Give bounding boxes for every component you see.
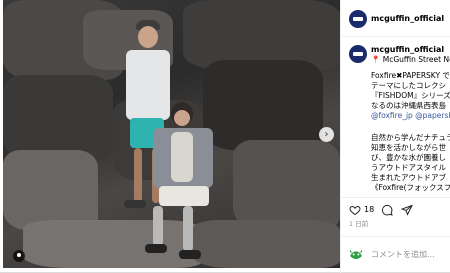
avatar[interactable] bbox=[349, 10, 367, 28]
instagram-post-frame: › mcguffin_official mcguffin_official 📍 … bbox=[0, 0, 450, 273]
post-caption: mcguffin_official 📍 McGuffin Street New … bbox=[341, 37, 450, 197]
rock bbox=[3, 75, 113, 160]
rock bbox=[3, 150, 98, 230]
location-label: McGuffin Street New bbox=[382, 55, 450, 64]
header-username[interactable]: mcguffin_official bbox=[371, 14, 444, 23]
like-count[interactable]: 18 bbox=[364, 205, 374, 214]
caption-line: 自然から学んだナチュラ bbox=[371, 133, 450, 142]
caption-line: 《Foxfire(フォックスフ bbox=[371, 183, 450, 192]
heart-icon[interactable] bbox=[349, 204, 361, 216]
post-header: mcguffin_official bbox=[341, 0, 450, 37]
person-sitting bbox=[143, 102, 223, 262]
comment-input[interactable]: コメントを追加... bbox=[371, 249, 435, 260]
rock bbox=[233, 140, 340, 230]
caption-line: Foxfire✖PAPERSKY で贈 bbox=[371, 71, 450, 80]
post-timestamp: 1 日前 bbox=[349, 220, 369, 228]
caption-username[interactable]: mcguffin_official bbox=[371, 45, 444, 54]
caption-line: 『FISHDOM』シリーズ bbox=[371, 91, 450, 100]
tagged-users-icon[interactable] bbox=[13, 250, 25, 262]
caption-line: 知恵を活かしながら世 bbox=[371, 143, 446, 152]
caption-line: うアウトドアスタイル bbox=[371, 163, 446, 172]
next-image-arrow-icon[interactable]: › bbox=[319, 127, 334, 142]
caption-line: なるのは沖縄県西表島 bbox=[371, 101, 446, 110]
caption-line: テーマにしたコレクシ bbox=[371, 81, 446, 90]
post-photo[interactable]: › bbox=[3, 0, 340, 268]
caption-line: び、豊かな水が園養し bbox=[371, 153, 446, 162]
location-pin-icon: 📍 bbox=[371, 55, 383, 64]
comment-icon[interactable] bbox=[381, 204, 393, 216]
caption-line: 生まれたアウトドアブ bbox=[371, 173, 446, 182]
comment-bar: コメントを追加... bbox=[341, 236, 450, 273]
avatar[interactable] bbox=[349, 45, 367, 63]
share-icon[interactable] bbox=[401, 204, 413, 216]
post-side-panel: mcguffin_official mcguffin_official 📍 Mc… bbox=[340, 0, 450, 273]
emoji-icon[interactable] bbox=[349, 248, 363, 262]
location-line[interactable]: 📍 McGuffin Street New bbox=[371, 55, 450, 64]
mention-links[interactable]: @foxfire_jp @papersky bbox=[371, 111, 450, 121]
